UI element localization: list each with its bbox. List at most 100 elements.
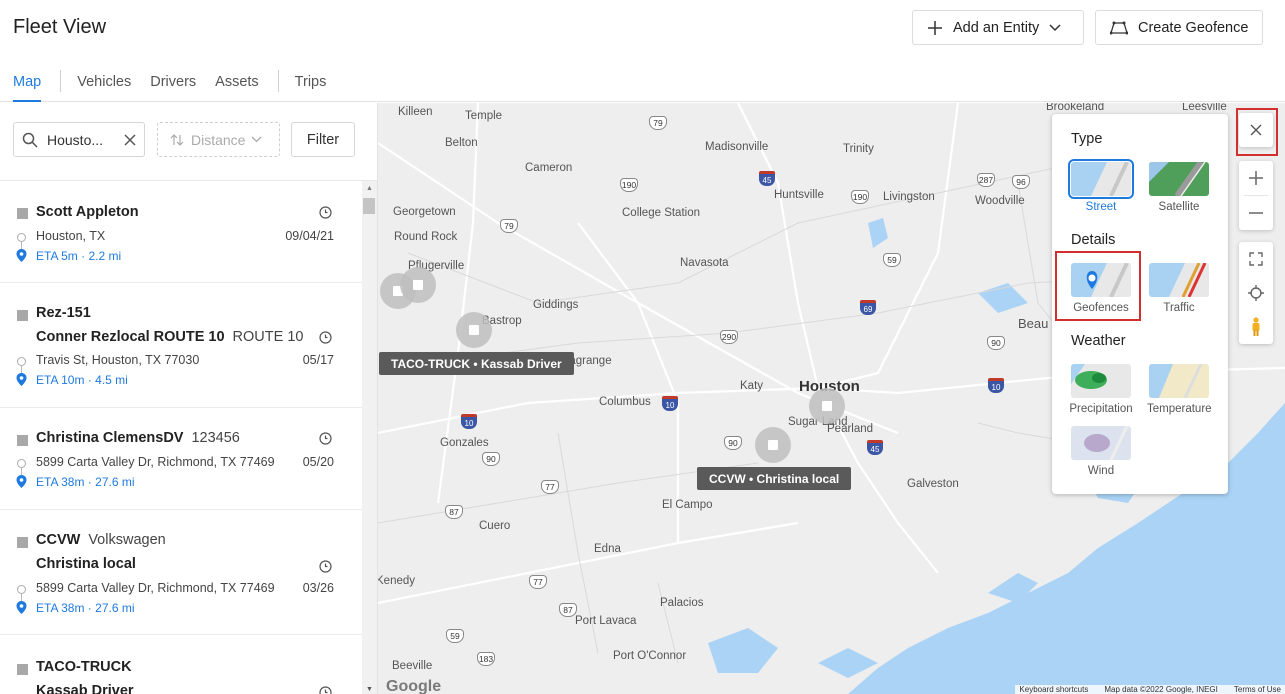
map-tools-control [1239,242,1273,344]
highway-shield: 290 [720,330,738,344]
vehicle-marker[interactable] [809,388,845,424]
map-label: Beeville [392,660,433,672]
vehicle-marker[interactable] [400,267,436,303]
zoom-out-icon[interactable] [1239,196,1273,230]
highway-shield: 90 [482,452,500,466]
layer-street-option[interactable]: Street [1068,159,1134,213]
tab-vehicles[interactable]: Vehicles [77,74,131,90]
highway-shield: 183 [477,652,495,666]
entity-date: 05/17 [302,353,334,367]
street-view-pegman-icon[interactable] [1239,310,1273,344]
interstate-shield: 45 [759,171,775,186]
location-pin-icon [16,373,27,386]
map-data-text: Map data ©2022 Google, INEGI [1104,685,1218,694]
distance-sort-dropdown[interactable]: Distance [157,122,280,157]
locate-icon[interactable] [1239,276,1273,310]
marker-label[interactable]: CCVW • Christina local [697,467,852,490]
clock-icon [319,331,332,344]
entity-date: 03/26 [302,581,334,595]
create-geofence-button[interactable]: Create Geofence [1095,10,1263,45]
clear-icon[interactable] [124,133,136,146]
interstate-shield: 69 [860,300,876,315]
entity-card[interactable]: Rez-151 Conner Rezlocal ROUTE 10 ROUTE 10… [0,283,362,408]
type-section-title: Type [1071,131,1103,147]
marker-label[interactable]: TACO-TRUCK • Kassab Driver [379,352,574,375]
layer-precipitation-option[interactable]: Precipitation [1069,364,1133,415]
layer-temperature-option[interactable]: Temperature [1147,364,1212,415]
search-input[interactable]: Housto... [13,122,145,157]
vehicle-marker[interactable] [456,312,492,348]
interstate-shield: 10 [662,396,678,411]
map-label: Port Lavaca [575,615,637,627]
map-label: Gonzales [440,437,489,449]
tab-divider [277,70,279,92]
entity-card[interactable]: TACO-TRUCK Kassab Driver [0,635,362,694]
distance-label: Distance [191,131,246,148]
keyboard-shortcuts-link[interactable]: Keyboard shortcuts [1019,685,1088,694]
highway-shield: 59 [883,253,901,267]
tab-drivers[interactable]: Drivers [150,74,196,90]
scroll-down-arrow-icon[interactable]: ▼ [366,686,373,693]
entity-card[interactable]: Scott Appleton Houston, TX 09/04/21 ETA … [0,181,362,283]
map-label: Madisonville [705,141,769,153]
highway-shield: 79 [500,219,518,233]
map-label: Port O'Connor [613,650,687,662]
precipitation-thumbnail [1071,364,1131,398]
map-canvas[interactable]: Brookeland Leesville Killeen Temple Belt… [378,103,1285,694]
search-value: Housto... [47,131,104,148]
entity-eta: ETA 38m · 27.6 mi [36,475,135,489]
status-square [17,435,28,446]
status-square [17,310,28,321]
fullscreen-icon[interactable] [1239,242,1273,276]
clock-icon [319,206,332,219]
clock-icon [319,432,332,445]
vehicle-marker[interactable] [755,427,791,463]
map-label: El Campo [662,499,713,511]
map-label: Woodville [975,195,1025,207]
entity-eta: ETA 10m · 4.5 mi [36,373,128,387]
layer-wind-option[interactable]: Wind [1069,426,1133,477]
layer-satellite-option[interactable]: Satellite [1147,162,1211,213]
highway-shield: 96 [1012,175,1030,189]
create-geofence-label: Create Geofence [1138,19,1249,36]
interstate-shield: 45 [867,440,883,455]
map-label: Pearland [827,423,874,435]
tab-map[interactable]: Map [13,74,41,90]
map-label: Galveston [907,478,959,490]
driver-name: Christina local [36,556,136,572]
map-label: Edna [594,543,621,555]
entity-eta: ETA 5m · 2.2 mi [36,249,122,263]
highway-shield: 190 [620,178,638,192]
filter-button[interactable]: Filter [291,122,355,157]
add-entity-button[interactable]: Add an Entity [912,10,1084,45]
close-highlight-box [1236,108,1278,156]
highway-shield: 90 [987,336,1005,350]
status-square [17,664,28,675]
location-pin-icon [16,601,27,614]
scroll-thumb[interactable] [363,198,375,214]
entity-address: Houston, TX [36,229,106,243]
tab-trips[interactable]: Trips [295,74,327,90]
entity-card[interactable]: Christina ClemensDV 123456 5899 Carta Val… [0,408,362,510]
zoom-in-icon[interactable] [1239,161,1273,195]
origin-dot-icon [17,233,26,242]
map-label: Temple [465,110,503,122]
map-label: Beau [1018,316,1049,331]
tab-bar: Map Vehicles Drivers Assets Trips [13,70,345,92]
interstate-shield: 10 [461,414,477,429]
temperature-label: Temperature [1147,403,1212,415]
page-title: Fleet View [13,16,107,38]
map-label: Livingston [883,191,935,203]
weather-section-title: Weather [1071,333,1126,349]
satellite-label: Satellite [1158,201,1200,213]
entity-card[interactable]: CCVW Volkswagen Christina local 5899 Cart… [0,510,362,635]
layer-traffic-option[interactable]: Traffic [1147,263,1211,314]
highway-shield: 59 [446,629,464,643]
terms-link[interactable]: Terms of Use [1234,685,1281,694]
tab-assets[interactable]: Assets [215,74,259,90]
origin-dot-icon [17,459,26,468]
sidebar-scrollbar[interactable]: ▲ ▼ [362,181,377,694]
zoom-control [1239,161,1273,230]
temperature-thumbnail [1149,364,1209,398]
scroll-up-arrow-icon[interactable]: ▲ [366,185,373,192]
